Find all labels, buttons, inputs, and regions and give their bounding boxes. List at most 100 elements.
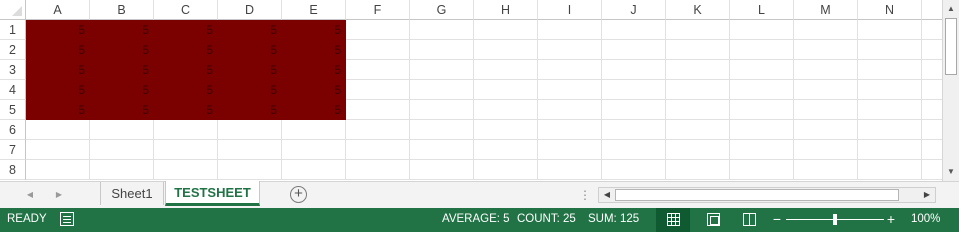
- cell[interactable]: [154, 120, 218, 140]
- cell[interactable]: [602, 80, 666, 100]
- cell[interactable]: [474, 160, 538, 180]
- cell[interactable]: [666, 20, 730, 40]
- column-header[interactable]: M: [794, 0, 858, 20]
- cell[interactable]: 5: [154, 60, 218, 80]
- row-header[interactable]: 8: [0, 160, 26, 180]
- cell[interactable]: [858, 120, 922, 140]
- cell[interactable]: [346, 20, 410, 40]
- tab-splitter-handle[interactable]: ⋮: [579, 187, 591, 203]
- cell[interactable]: [538, 60, 602, 80]
- cell[interactable]: [410, 120, 474, 140]
- column-header[interactable]: L: [730, 0, 794, 20]
- row-header[interactable]: 5: [0, 100, 26, 120]
- cell[interactable]: [730, 120, 794, 140]
- cell[interactable]: [666, 80, 730, 100]
- cell[interactable]: 5: [154, 80, 218, 100]
- cell[interactable]: [602, 20, 666, 40]
- cell[interactable]: 5: [218, 20, 282, 40]
- cell[interactable]: [410, 60, 474, 80]
- cell[interactable]: 5: [90, 40, 154, 60]
- cell[interactable]: [282, 160, 346, 180]
- cell[interactable]: [922, 40, 942, 60]
- cell[interactable]: [730, 140, 794, 160]
- macro-recording-icon[interactable]: [60, 212, 74, 226]
- cell[interactable]: [346, 140, 410, 160]
- cell[interactable]: [730, 20, 794, 40]
- cell[interactable]: [794, 80, 858, 100]
- cell[interactable]: [474, 80, 538, 100]
- row-header[interactable]: 7: [0, 140, 26, 160]
- cell[interactable]: [26, 120, 90, 140]
- cell[interactable]: [922, 160, 942, 180]
- cell[interactable]: [794, 120, 858, 140]
- cell[interactable]: [282, 120, 346, 140]
- row-header[interactable]: 3: [0, 60, 26, 80]
- cell[interactable]: [666, 140, 730, 160]
- zoom-out-button[interactable]: −: [772, 211, 782, 227]
- cell[interactable]: [602, 40, 666, 60]
- cell[interactable]: [90, 140, 154, 160]
- cell[interactable]: [410, 20, 474, 40]
- horizontal-scroll-thumb[interactable]: [615, 189, 899, 201]
- next-sheet-icon[interactable]: ▶: [52, 187, 66, 203]
- cell[interactable]: [922, 100, 942, 120]
- cell[interactable]: 5: [26, 40, 90, 60]
- cell[interactable]: [794, 140, 858, 160]
- cell[interactable]: [794, 40, 858, 60]
- cell[interactable]: [346, 60, 410, 80]
- vertical-scroll-thumb[interactable]: [945, 18, 957, 75]
- select-all-corner[interactable]: [0, 0, 26, 20]
- column-header[interactable]: I: [538, 0, 602, 20]
- zoom-in-button[interactable]: +: [886, 211, 896, 227]
- cell[interactable]: [26, 140, 90, 160]
- cell[interactable]: 5: [90, 80, 154, 100]
- cell[interactable]: [794, 20, 858, 40]
- cell[interactable]: [90, 120, 154, 140]
- cell[interactable]: [858, 20, 922, 40]
- cell[interactable]: 5: [90, 20, 154, 40]
- cell-area[interactable]: 5 5 5 5 5 5 5 5 5 5 5 5 5 5 5 5 5 5 5 5 5 5 5 5 5: [26, 20, 942, 180]
- cell[interactable]: 5: [154, 40, 218, 60]
- cell[interactable]: 5: [154, 100, 218, 120]
- cell[interactable]: [666, 40, 730, 60]
- column-header[interactable]: E: [282, 0, 346, 20]
- column-header[interactable]: D: [218, 0, 282, 20]
- row-header[interactable]: 1: [0, 20, 26, 40]
- cell[interactable]: 5: [282, 40, 346, 60]
- scroll-up-icon[interactable]: ▲: [943, 1, 959, 17]
- cell[interactable]: [666, 160, 730, 180]
- cell[interactable]: [538, 120, 602, 140]
- cell[interactable]: [922, 80, 942, 100]
- cell[interactable]: [858, 100, 922, 120]
- cell[interactable]: [346, 100, 410, 120]
- column-header[interactable]: H: [474, 0, 538, 20]
- previous-sheet-icon[interactable]: ◀: [23, 187, 37, 203]
- cell[interactable]: [90, 160, 154, 180]
- normal-view-button[interactable]: [656, 208, 690, 232]
- cell[interactable]: [410, 140, 474, 160]
- status-count[interactable]: COUNT: 25: [517, 213, 576, 225]
- cell[interactable]: [858, 60, 922, 80]
- column-header[interactable]: G: [410, 0, 474, 20]
- cell[interactable]: 5: [218, 40, 282, 60]
- cell[interactable]: [538, 140, 602, 160]
- column-header[interactable]: N: [858, 0, 922, 20]
- column-header[interactable]: K: [666, 0, 730, 20]
- cell[interactable]: 5: [26, 80, 90, 100]
- cell[interactable]: [858, 140, 922, 160]
- spreadsheet-grid[interactable]: ABCDEFGHIJKLMN 12345678 5555555555555555…: [0, 0, 942, 181]
- cell[interactable]: [858, 160, 922, 180]
- scroll-down-icon[interactable]: ▼: [943, 164, 959, 180]
- cell[interactable]: [154, 140, 218, 160]
- row-header[interactable]: 2: [0, 40, 26, 60]
- scroll-left-icon[interactable]: ◀: [600, 188, 614, 202]
- cell[interactable]: [730, 80, 794, 100]
- column-header[interactable]: C: [154, 0, 218, 20]
- cell[interactable]: [602, 60, 666, 80]
- cell[interactable]: [730, 160, 794, 180]
- cell[interactable]: 5: [26, 60, 90, 80]
- cell[interactable]: [474, 140, 538, 160]
- cell[interactable]: [410, 40, 474, 60]
- cell[interactable]: [602, 160, 666, 180]
- cell[interactable]: 5: [26, 20, 90, 40]
